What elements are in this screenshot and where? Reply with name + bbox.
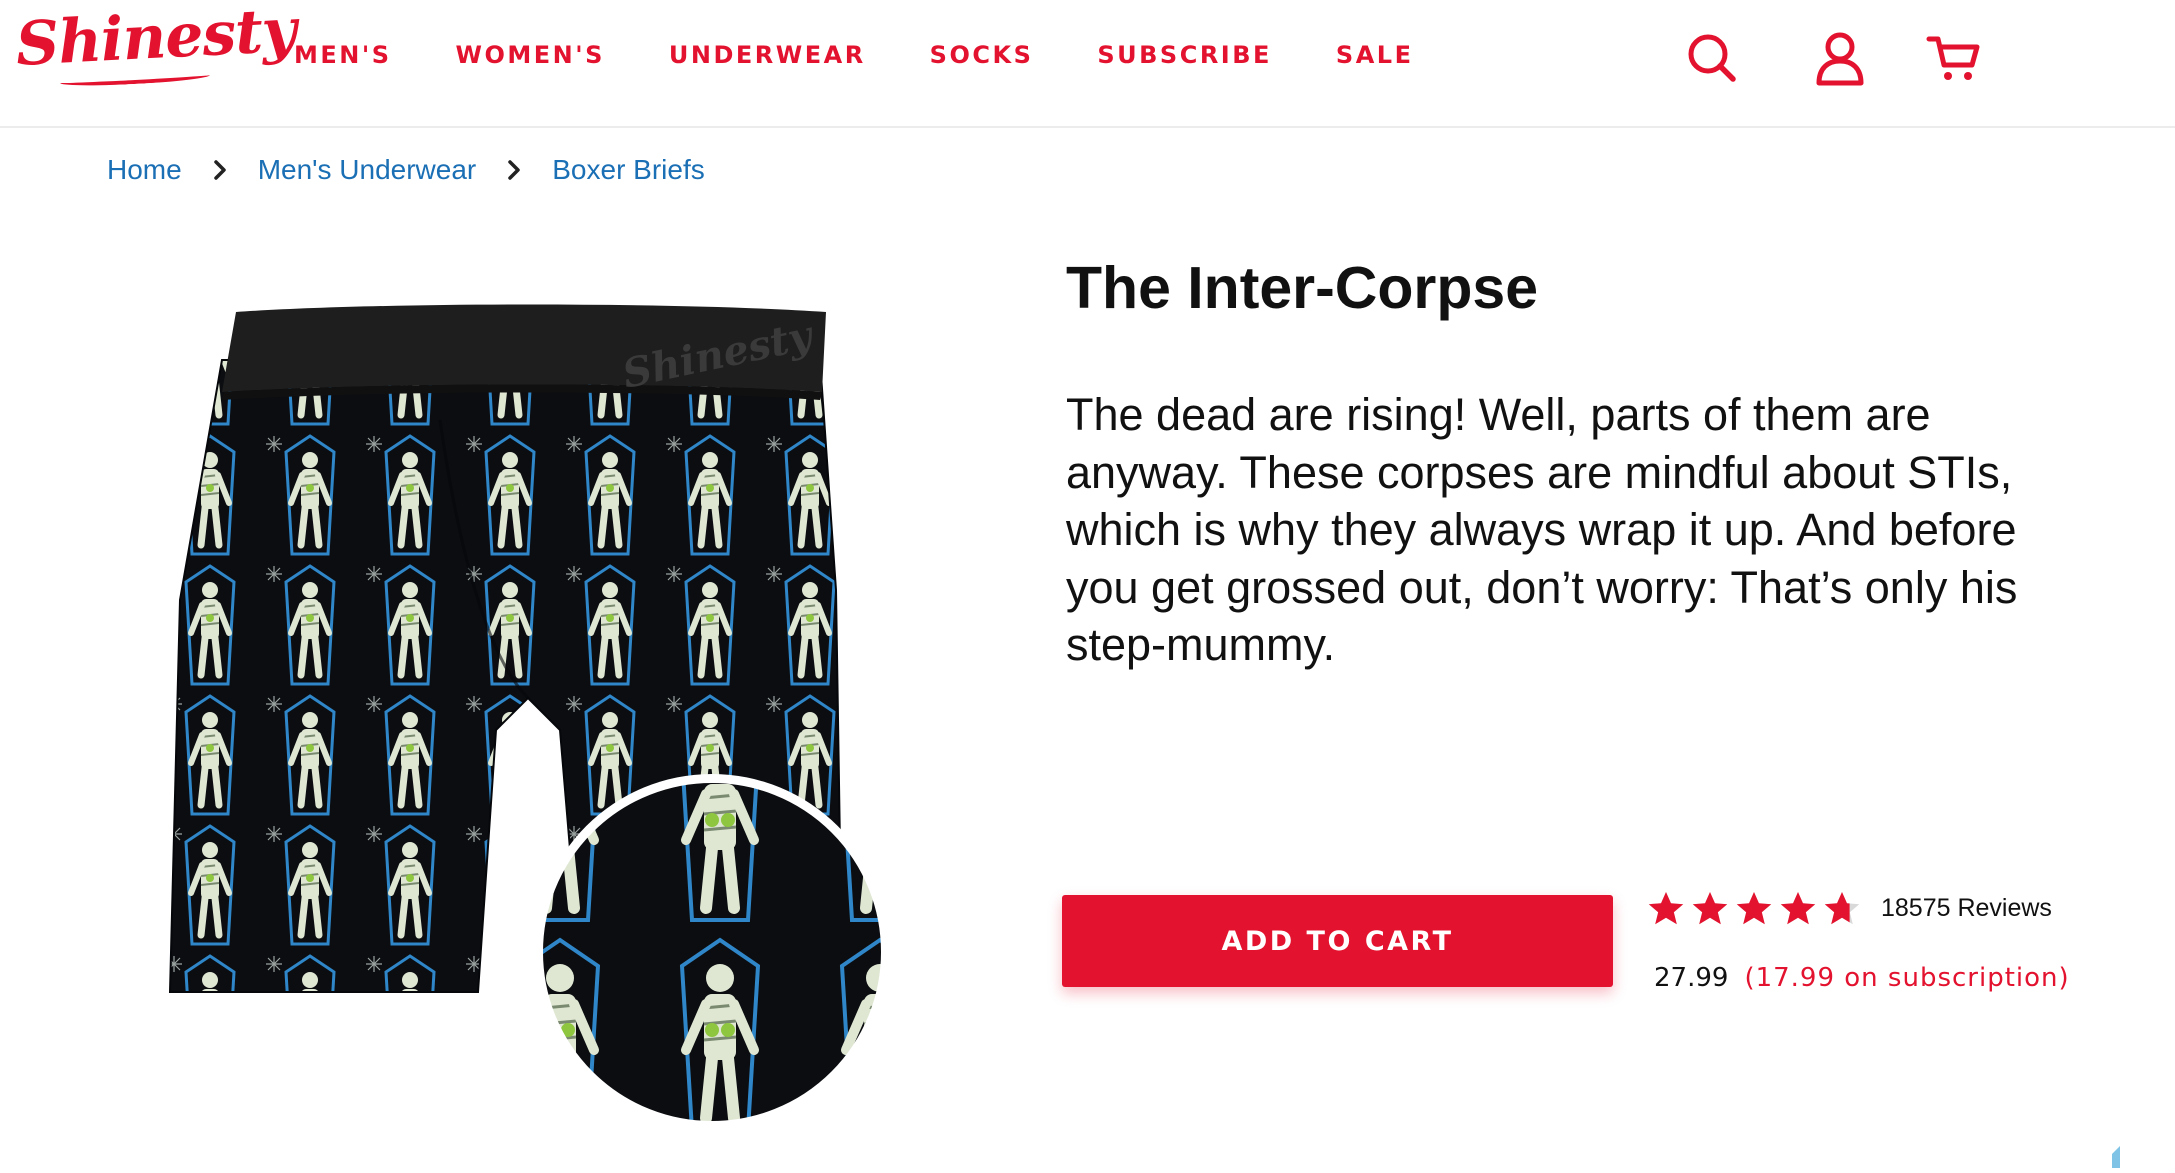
product-price: 27.99 — [1654, 963, 1729, 993]
subscription-price[interactable]: (17.99 on subscription) — [1744, 963, 2069, 993]
add-to-cart-button[interactable]: ADD TO CART — [1062, 895, 1613, 987]
cart-icon[interactable] — [1924, 28, 1984, 88]
star-icon — [1736, 891, 1772, 925]
breadcrumb-boxer-briefs[interactable]: Boxer Briefs — [552, 154, 705, 186]
nav-item-socks[interactable]: SOCKS — [930, 41, 1034, 69]
nav-item-underwear[interactable]: UNDERWEAR — [669, 41, 866, 69]
nav-item-mens[interactable]: MEN'S — [294, 41, 392, 69]
breadcrumb: Home Men's Underwear Boxer Briefs — [107, 150, 705, 190]
feedback-tab[interactable] — [2108, 1146, 2120, 1168]
price-row: 27.99 (17.99 on subscription) — [1654, 958, 2070, 998]
star-icon — [1692, 891, 1728, 925]
star-icon — [1648, 891, 1684, 925]
product-title: The Inter-Corpse — [1066, 255, 1539, 321]
account-icon[interactable] — [1810, 28, 1870, 88]
main-nav: MEN'S WOMEN'S UNDERWEAR SOCKS SUBSCRIBE … — [294, 38, 1477, 72]
product-image[interactable]: Shinesty — [160, 300, 1000, 1130]
product-description: The dead are rising! Well, parts of them… — [1066, 389, 2018, 670]
chevron-right-icon — [476, 158, 552, 182]
chevron-right-icon — [182, 158, 258, 182]
rating-stars — [1647, 890, 1867, 926]
nav-item-sale[interactable]: SALE — [1336, 41, 1414, 69]
nav-item-womens[interactable]: WOMEN'S — [456, 41, 605, 69]
product-rating[interactable]: 18575 Reviews — [1647, 886, 2052, 930]
breadcrumb-mens-underwear[interactable]: Men's Underwear — [258, 154, 477, 186]
star-icon — [1780, 891, 1816, 925]
site-header: Shinesty MEN'S WOMEN'S UNDERWEAR SOCKS S… — [0, 0, 2175, 128]
review-count[interactable]: 18575 Reviews — [1881, 894, 2052, 923]
search-icon[interactable] — [1682, 28, 1742, 88]
nav-item-subscribe[interactable]: SUBSCRIBE — [1097, 41, 1272, 69]
shinesty-logo[interactable]: Shinesty — [14, 0, 297, 80]
breadcrumb-home[interactable]: Home — [107, 154, 182, 186]
star-icon — [1824, 891, 1860, 925]
